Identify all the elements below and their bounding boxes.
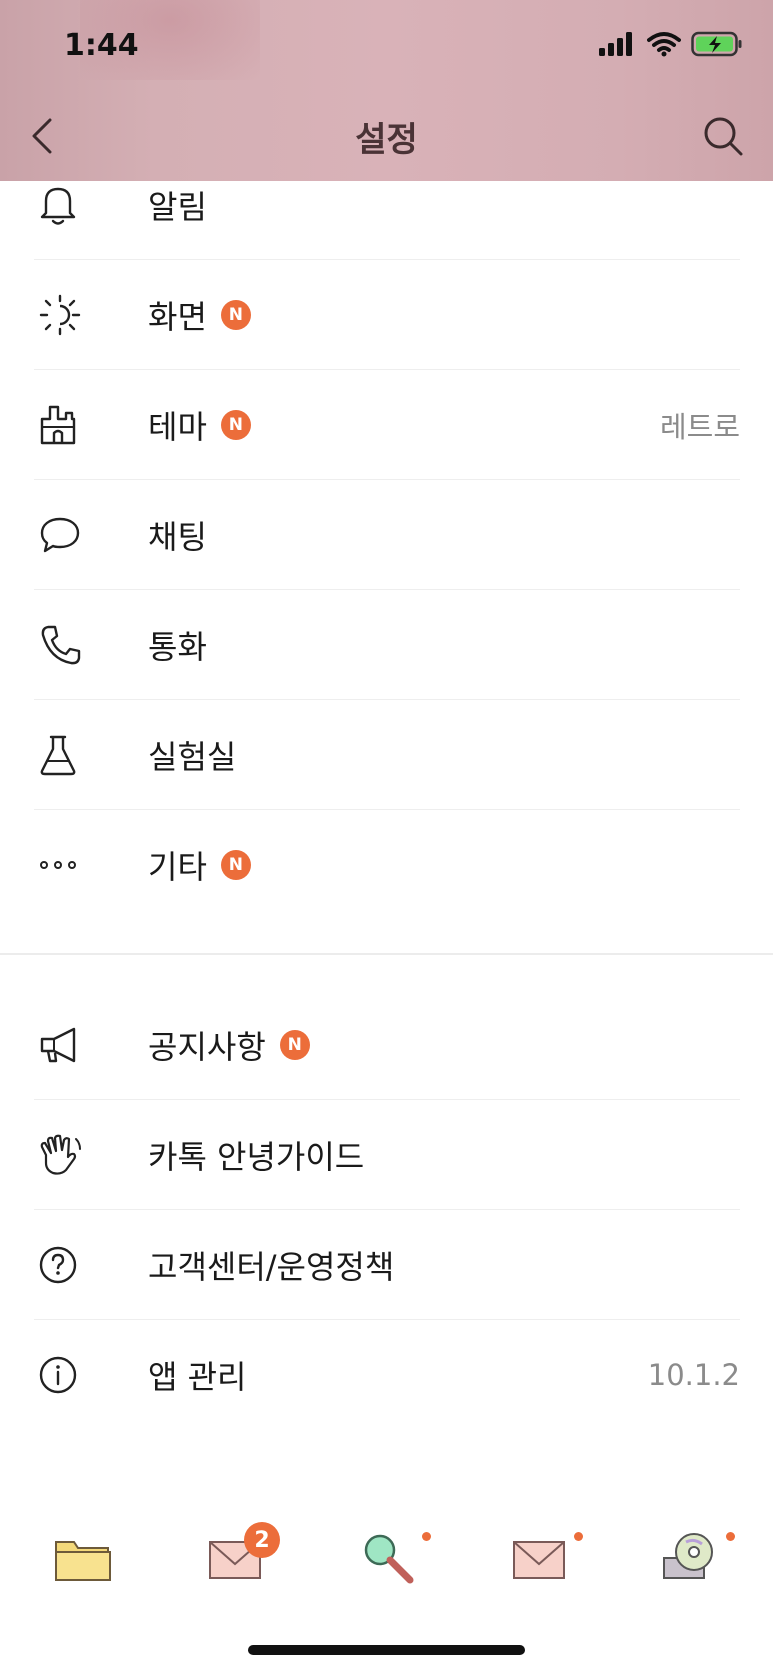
flask-icon <box>38 728 92 782</box>
tab-friends[interactable] <box>48 1522 118 1592</box>
wifi-icon <box>647 32 681 57</box>
settings-item-value: 레트로 <box>659 410 740 444</box>
settings-item-label: 채팅 <box>148 518 207 556</box>
more-dots-icon <box>38 838 92 892</box>
new-badge: N <box>220 410 251 440</box>
settings-item-etc[interactable]: 기타 N <box>34 810 740 920</box>
home-indicator[interactable] <box>248 1645 525 1655</box>
settings-item-label: 카톡 안녕가이드 <box>148 1138 365 1176</box>
envelope-icon <box>513 1541 565 1579</box>
settings-item-notice[interactable]: 공지사항 N <box>34 990 740 1100</box>
settings-item-theme[interactable]: 테마 N 레트로 <box>34 370 740 480</box>
theme-brush-icon <box>38 398 92 452</box>
unread-count-badge: 2 <box>244 1522 280 1558</box>
settings-item-display[interactable]: 화면 N <box>34 260 740 370</box>
settings-item-label: 실험실 <box>148 738 237 776</box>
tab-chats[interactable]: 2 <box>200 1522 280 1592</box>
new-dot <box>422 1532 431 1541</box>
settings-item-label: 기타 <box>148 848 207 886</box>
new-dot <box>726 1532 735 1541</box>
bottom-tab-bar: 2 <box>0 1500 773 1610</box>
tab-more[interactable] <box>656 1522 735 1592</box>
settings-item-notifications[interactable]: 알림 <box>34 150 740 260</box>
phone-icon <box>38 618 92 672</box>
settings-item-label: 알림 <box>148 188 207 226</box>
new-badge: N <box>279 1030 310 1060</box>
settings-item-label: 공지사항 <box>148 1028 266 1066</box>
chat-bubble-icon <box>38 508 92 562</box>
settings-item-call[interactable]: 통화 <box>34 590 740 700</box>
app-version: 10.1.2 <box>647 1358 740 1392</box>
cellular-signal-icon <box>599 32 632 56</box>
settings-item-guide[interactable]: 카톡 안녕가이드 <box>34 1100 740 1210</box>
tab-view[interactable] <box>352 1522 431 1592</box>
status-time: 1:44 <box>64 28 139 63</box>
settings-item-label: 통화 <box>148 628 207 666</box>
tab-shopping[interactable] <box>504 1522 583 1592</box>
bell-icon <box>38 178 92 232</box>
new-dot <box>574 1532 583 1541</box>
help-circle-icon <box>38 1238 92 1292</box>
folder-icon <box>55 1541 111 1581</box>
settings-item-app-manage[interactable]: 앱 관리 10.1.2 <box>34 1320 740 1430</box>
settings-item-support[interactable]: 고객센터/운영정책 <box>34 1210 740 1320</box>
waving-hand-icon <box>38 1128 92 1182</box>
settings-item-chat[interactable]: 채팅 <box>34 480 740 590</box>
battery-charging-icon <box>691 31 742 57</box>
settings-item-label: 고객센터/운영정책 <box>148 1248 395 1286</box>
settings-item-label: 화면 <box>148 298 207 336</box>
section-divider <box>0 953 773 955</box>
settings-item-lab[interactable]: 실험실 <box>34 700 740 810</box>
info-circle-icon <box>38 1348 92 1402</box>
settings-item-label: 앱 관리 <box>148 1358 247 1396</box>
brightness-icon <box>38 288 92 342</box>
cd-drive-icon <box>663 1533 713 1579</box>
megaphone-icon <box>38 1018 92 1072</box>
magnifier-icon <box>364 1534 414 1584</box>
new-badge: N <box>220 300 251 330</box>
settings-item-label: 테마 <box>148 408 207 446</box>
status-icons <box>597 30 743 58</box>
new-badge: N <box>220 850 251 880</box>
